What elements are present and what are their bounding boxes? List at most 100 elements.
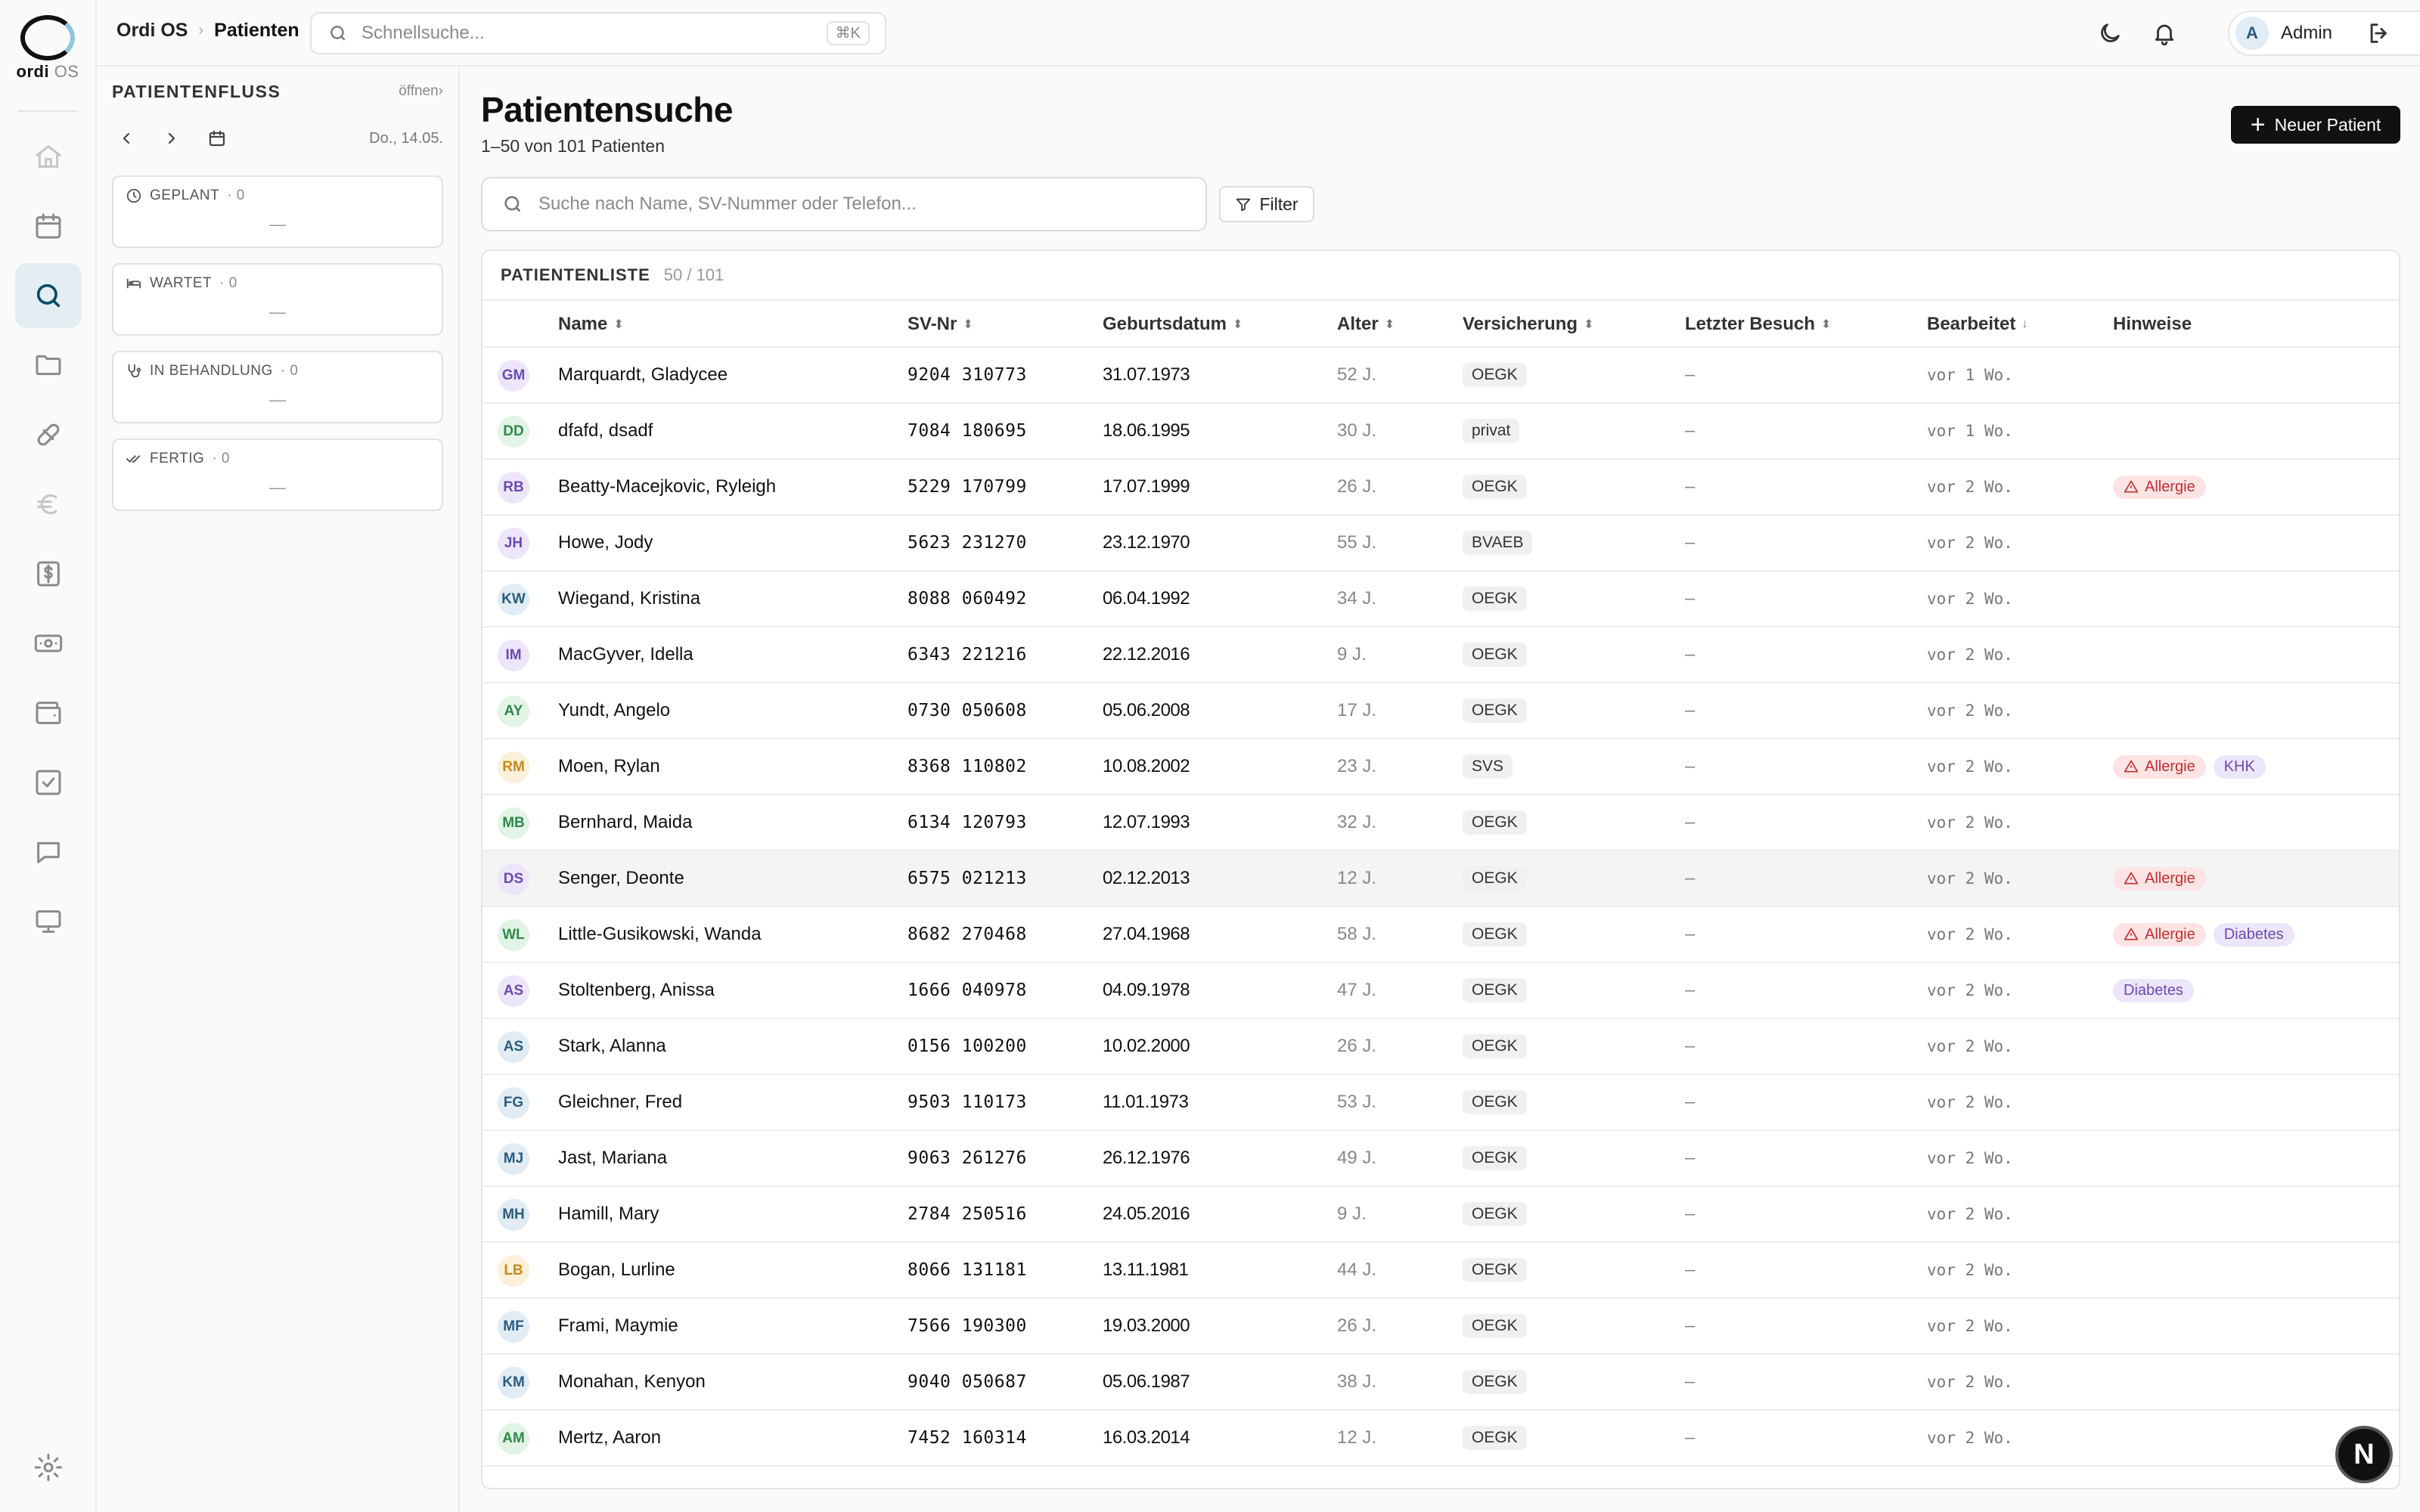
rail-item-folder[interactable] (15, 333, 82, 398)
rail-item-display[interactable] (15, 889, 82, 954)
rail-item-calendar[interactable] (15, 194, 82, 259)
patient-name[interactable]: Hamill, Mary (558, 1187, 659, 1241)
flow-card-waiting[interactable]: WARTET · 0 — (112, 263, 443, 336)
patient-name[interactable]: Jast, Mariana (558, 1131, 667, 1185)
table-row[interactable]: AS Stoltenberg, Anissa 1666 040978 04.09.19… (482, 963, 2399, 1019)
date-picker-button[interactable] (203, 124, 231, 153)
table-row[interactable]: MH Hamill, Mary 2784 250516 24.05.2016 9 J. O… (482, 1187, 2399, 1243)
dark-mode-toggle[interactable] (2093, 17, 2127, 50)
table-row[interactable]: LB Bogan, Lurline 8066 131181 13.11.1981 44 … (482, 1243, 2399, 1299)
wallet-icon (36, 702, 61, 724)
rail-item-home[interactable] (15, 124, 82, 189)
last-visit: – (1685, 868, 1696, 888)
prev-day-button[interactable] (112, 124, 141, 153)
patient-name[interactable]: Beatty-Macejkovic, Ryleigh (558, 460, 776, 514)
logo-ring-icon (20, 15, 75, 60)
edited-time: vor 2 Wo. (1927, 478, 2013, 496)
patient-name[interactable]: Mertz, Aaron (558, 1411, 661, 1465)
quick-search-placeholder: Schnellsuche... (361, 23, 485, 43)
rail-item-tasks[interactable] (15, 750, 82, 815)
patient-name[interactable]: Bogan, Lurline (558, 1243, 675, 1297)
patient-name[interactable]: Bernhard, Maida (558, 795, 692, 850)
next-day-button[interactable] (157, 124, 186, 153)
patient-name[interactable]: Moen, Rylan (558, 739, 660, 794)
column-header-insurance[interactable]: Versicherung ⬍ (1463, 301, 1593, 348)
table-row[interactable]: AY Yundt, Angelo 0730 050608 05.06.2008 17 J… (482, 683, 2399, 739)
patient-name[interactable]: Stoltenberg, Anissa (558, 963, 715, 1018)
table-row[interactable]: AS Stark, Alanna 0156 100200 10.02.2000 26 J… (482, 1019, 2399, 1075)
sort-icon: ⬍ (613, 318, 624, 331)
app-logo[interactable]: ordi OS (0, 15, 95, 82)
table-row[interactable]: FG Gleichner, Fred 9503 110173 11.01.1973 53… (482, 1075, 2399, 1131)
banknote-icon (34, 634, 63, 652)
patient-name[interactable]: Gleichner, Fred (558, 1075, 682, 1129)
column-header-sv[interactable]: SV-Nr ⬍ (908, 301, 973, 348)
rail-item-wallet[interactable] (15, 680, 82, 745)
rail-item-euro[interactable] (15, 472, 82, 537)
logout-button[interactable] (2363, 17, 2396, 50)
last-visit: – (1685, 1036, 1696, 1056)
table-row[interactable]: MF Frami, Maymie 7566 190300 19.03.2000 26 J… (482, 1299, 2399, 1355)
rail-item-messages[interactable] (15, 820, 82, 885)
column-header-edited[interactable]: Bearbeitet ↓ (1927, 301, 2028, 348)
stethoscope-icon (128, 364, 141, 378)
table-row[interactable]: AM Mertz, Aaron 7452 160314 16.03.2014 12 J.… (482, 1411, 2399, 1467)
table-row[interactable]: IM MacGyver, Idella 6343 221216 22.12.2016 9… (482, 627, 2399, 683)
column-header-age[interactable]: Alter ⬍ (1337, 301, 1395, 348)
patient-name[interactable]: Howe, Jody (558, 516, 653, 570)
column-header-name[interactable]: Name ⬍ (558, 301, 624, 348)
birth-date: 22.12.2016 (1103, 644, 1190, 665)
table-row[interactable]: MJ Jast, Mariana 9063 261276 26.12.1976 49 J… (482, 1131, 2399, 1187)
patient-name[interactable]: MacGyver, Idella (558, 627, 693, 682)
rail-item-settings[interactable] (15, 1435, 82, 1500)
rail-item-cash[interactable] (15, 611, 82, 676)
patient-name[interactable]: Monahan, Kenyon (558, 1355, 706, 1409)
table-row[interactable]: MB Bernhard, Maida 6134 120793 12.07.1993 32… (482, 795, 2399, 851)
notifications-button[interactable] (2148, 17, 2181, 50)
edited-time: vor 2 Wo. (1927, 758, 2013, 776)
table-row[interactable]: KM Monahan, Kenyon 9040 050687 05.06.1987 38… (482, 1355, 2399, 1411)
filter-button[interactable]: Filter (1219, 186, 1314, 222)
flow-card-planned[interactable]: GEPLANT · 0 — (112, 175, 443, 248)
rail-item-medication[interactable] (15, 402, 82, 467)
new-patient-button[interactable]: + Neuer Patient (2231, 106, 2400, 144)
assistant-fab[interactable]: N (2335, 1426, 2393, 1483)
sv-number: 8368 110802 (908, 757, 1027, 776)
birth-date: 05.06.1987 (1103, 1371, 1190, 1392)
birth-date: 05.06.2008 (1103, 700, 1190, 720)
rail-item-billing[interactable] (15, 541, 82, 606)
table-row[interactable]: WL Little-Gusikowski, Wanda 8682 270468 27.… (482, 907, 2399, 963)
patient-name[interactable]: Little-Gusikowski, Wanda (558, 907, 762, 962)
table-row[interactable]: RM Moen, Rylan 8368 110802 10.08.2002 23 J. S… (482, 739, 2399, 795)
table-row[interactable]: KW Wiegand, Kristina 8088 060492 06.04.1992… (482, 572, 2399, 627)
table-row[interactable]: RB Beatty-Macejkovic, Ryleigh 5229 170799 1… (482, 460, 2399, 516)
flow-card-done[interactable]: FERTIG · 0 — (112, 438, 443, 511)
table-row[interactable]: JH Howe, Jody 5623 231270 23.12.1970 55 J. BV… (482, 516, 2399, 572)
patient-name[interactable]: Wiegand, Kristina (558, 572, 700, 626)
quick-search-input[interactable]: Schnellsuche... ⌘K (310, 12, 886, 54)
rail-item-search[interactable] (15, 263, 82, 328)
patient-name[interactable]: Yundt, Angelo (558, 683, 670, 738)
column-header-last-visit[interactable]: Letzter Besuch ⬍ (1685, 301, 1831, 348)
last-visit: – (1685, 420, 1696, 441)
patient-name[interactable]: dfafd, dsadf (558, 404, 653, 458)
edited-time: vor 2 Wo. (1927, 869, 2013, 888)
breadcrumb-root[interactable]: Ordi OS (116, 20, 188, 42)
table-row[interactable]: GM Marquardt, Gladycee 9204 310773 31.07.19… (482, 348, 2399, 404)
table-row[interactable]: DD dfafd, dsadf 7084 180695 18.06.1995 30 J.… (482, 404, 2399, 460)
sv-number: 5623 231270 (908, 533, 1027, 553)
flow-card-in-treatment[interactable]: IN BEHANDLUNG · 0 — (112, 351, 443, 423)
double-check-icon (126, 455, 141, 463)
clock-icon (126, 188, 141, 203)
allergy-tag: Allergie (2113, 475, 2206, 499)
breadcrumb-current: Patienten (214, 20, 299, 41)
patient-name[interactable]: Senger, Deonte (558, 851, 684, 906)
patient-name[interactable]: Stark, Alanna (558, 1019, 666, 1074)
flow-open-link[interactable]: öffnen› (399, 83, 443, 100)
table-row[interactable]: DS Senger, Deonte 6575 021213 02.12.2013 12 … (482, 851, 2399, 907)
column-header-dob[interactable]: Geburtsdatum ⬍ (1103, 301, 1243, 348)
patient-name[interactable]: Frami, Maymie (558, 1299, 678, 1353)
patient-search-input[interactable]: Suche nach Name, SV-Nummer oder Telefon.… (481, 177, 1207, 231)
home-icon (36, 145, 61, 168)
patient-name[interactable]: Marquardt, Gladycee (558, 348, 728, 402)
